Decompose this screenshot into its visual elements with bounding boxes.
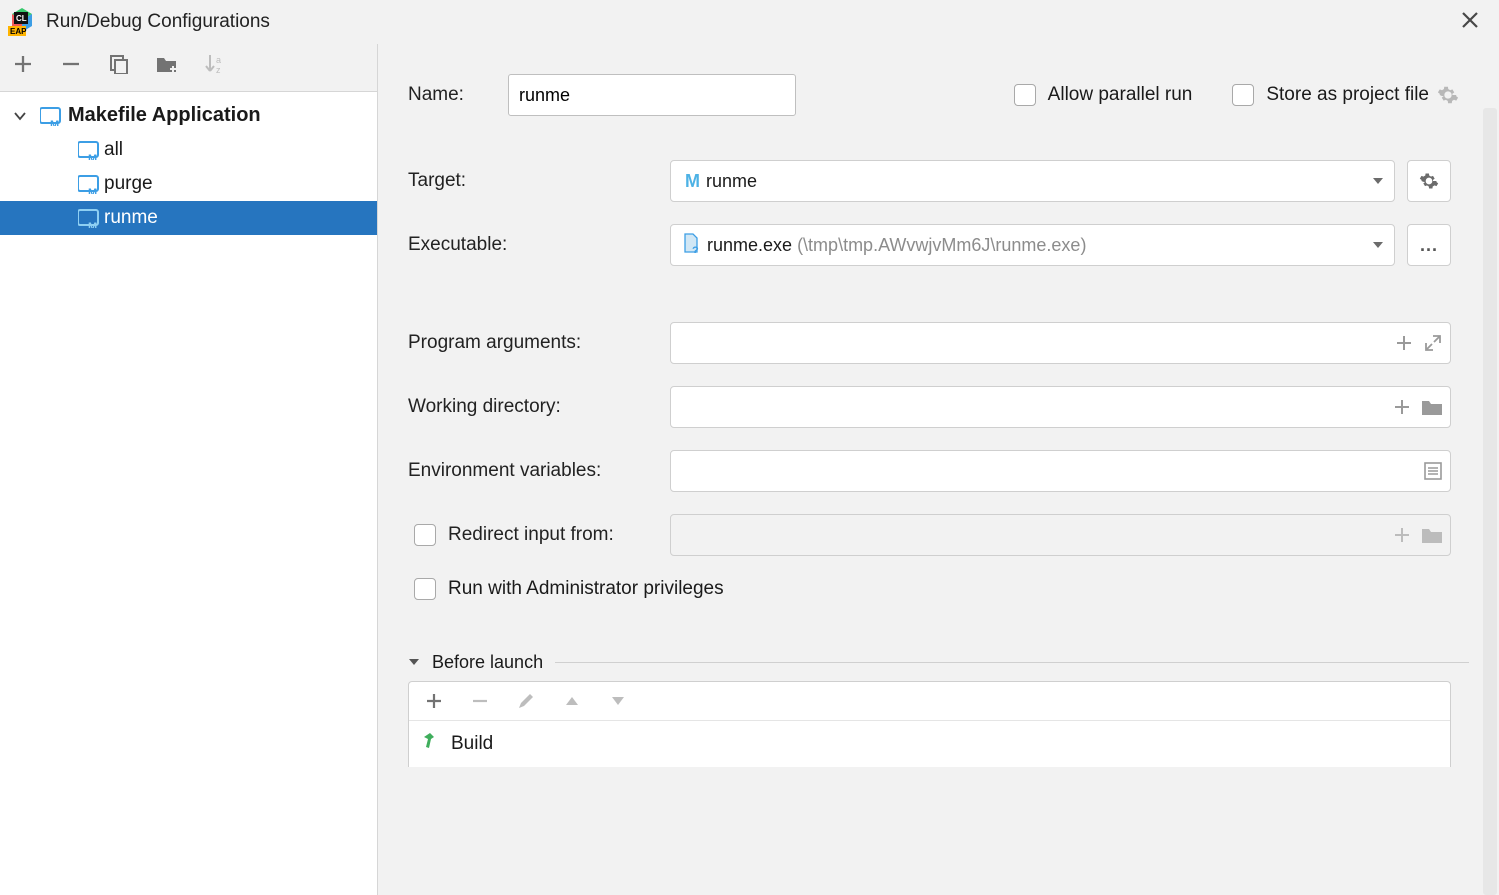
before-launch-label: Before launch: [432, 652, 543, 673]
svg-text:EAP: EAP: [10, 27, 27, 36]
remove-task-icon: [469, 690, 491, 712]
chevron-down-icon: [14, 110, 30, 122]
admin-label: Run with Administrator privileges: [448, 578, 724, 600]
svg-text:a: a: [216, 55, 221, 65]
add-macro-icon: [1394, 527, 1410, 543]
before-launch-item-build[interactable]: Build: [409, 720, 1450, 767]
sort-config-icon[interactable]: az: [204, 53, 226, 75]
before-launch-panel: Build: [408, 681, 1451, 767]
env-list-icon[interactable]: [1424, 462, 1442, 480]
svg-text:M: M: [88, 187, 97, 194]
expand-icon[interactable]: [1424, 334, 1442, 352]
svg-text:M: M: [88, 153, 97, 160]
target-settings-button[interactable]: [1407, 160, 1451, 202]
redirect-input: [670, 514, 1451, 556]
env-vars-label: Environment variables:: [408, 460, 670, 482]
executable-value: runme.exe (\tmp\tmp.AWvwjvMm6J\runme.exe…: [707, 235, 1366, 256]
sidebar-toolbar: az: [0, 44, 377, 92]
config-tree: M Makefile Application M all M purge: [0, 92, 377, 895]
folder-browse-icon[interactable]: [1422, 399, 1442, 415]
name-input[interactable]: [508, 74, 796, 116]
store-project-checkbox[interactable]: Store as project file: [1232, 84, 1429, 106]
remove-config-icon[interactable]: [60, 53, 82, 75]
env-vars-input[interactable]: [670, 450, 1451, 492]
makefile-config-icon: M: [40, 106, 60, 126]
makefile-config-icon: M: [78, 140, 98, 160]
svg-text:M: M: [50, 119, 59, 126]
add-task-icon[interactable]: [423, 690, 445, 712]
working-dir-label: Working directory:: [408, 396, 670, 418]
chevron-down-icon: [1372, 171, 1384, 192]
form-panel: Name: Allow parallel run Store as projec…: [378, 44, 1499, 895]
sidebar: az M Makefile Application M: [0, 44, 378, 895]
hammer-icon: [421, 731, 441, 757]
app-icon: EAP CL: [8, 8, 36, 36]
tree-item-label: runme: [104, 207, 158, 229]
move-down-icon: [607, 690, 629, 712]
folder-config-icon[interactable]: [156, 53, 178, 75]
tree-item-all[interactable]: M all: [0, 133, 377, 167]
edit-task-icon: [515, 690, 537, 712]
tree-item-label: all: [104, 139, 123, 161]
redirect-checkbox-col: Redirect input from:: [408, 524, 670, 546]
chevron-down-icon: [1372, 235, 1384, 256]
target-value: runme: [706, 171, 1366, 192]
chevron-down-icon: [408, 652, 420, 673]
executable-label: Executable:: [408, 234, 670, 256]
executable-dropdown[interactable]: ? runme.exe (\tmp\tmp.AWvwjvMm6J\runme.e…: [670, 224, 1395, 266]
tree-item-purge[interactable]: M purge: [0, 167, 377, 201]
build-label: Build: [451, 733, 493, 755]
file-unknown-icon: ?: [681, 233, 701, 258]
move-up-icon: [561, 690, 583, 712]
tree-item-label: purge: [104, 173, 153, 195]
tree-group-label: Makefile Application: [68, 104, 261, 127]
store-project-label: Store as project file: [1266, 84, 1429, 106]
scrollbar[interactable]: [1483, 108, 1497, 895]
before-launch-section[interactable]: Before launch: [408, 652, 1469, 673]
program-args-input[interactable]: [670, 322, 1451, 364]
allow-parallel-label: Allow parallel run: [1048, 84, 1193, 106]
svg-text:CL: CL: [16, 14, 27, 23]
titlebar: EAP CL Run/Debug Configurations: [0, 0, 1499, 44]
tree-group-makefile[interactable]: M Makefile Application: [0, 98, 377, 133]
svg-text:M: M: [88, 221, 97, 228]
makefile-config-icon: M: [78, 174, 98, 194]
program-args-label: Program arguments:: [408, 332, 670, 354]
makefile-config-icon: M: [78, 208, 98, 228]
makefile-badge-icon: M: [685, 171, 700, 192]
executable-more-button[interactable]: ...: [1407, 224, 1451, 266]
target-label: Target:: [408, 170, 670, 192]
working-dir-input[interactable]: [670, 386, 1451, 428]
redirect-label: Redirect input from:: [448, 524, 614, 546]
svg-text:z: z: [216, 65, 221, 75]
close-icon[interactable]: [1453, 5, 1487, 39]
allow-parallel-checkbox[interactable]: Allow parallel run: [1014, 84, 1193, 106]
svg-text:?: ?: [692, 245, 699, 253]
add-macro-icon[interactable]: [1394, 399, 1410, 415]
copy-config-icon[interactable]: [108, 53, 130, 75]
folder-browse-icon: [1422, 527, 1442, 543]
more-label: ...: [1420, 235, 1438, 256]
admin-checkbox[interactable]: Run with Administrator privileges: [408, 578, 724, 600]
add-macro-icon[interactable]: [1396, 335, 1412, 351]
redirect-checkbox[interactable]: [414, 524, 436, 546]
window-title: Run/Debug Configurations: [46, 11, 270, 33]
tree-item-runme[interactable]: M runme: [0, 201, 377, 235]
add-config-icon[interactable]: [12, 53, 34, 75]
target-dropdown[interactable]: M runme: [670, 160, 1395, 202]
name-label: Name:: [408, 84, 508, 106]
gear-icon[interactable]: [1437, 84, 1459, 106]
